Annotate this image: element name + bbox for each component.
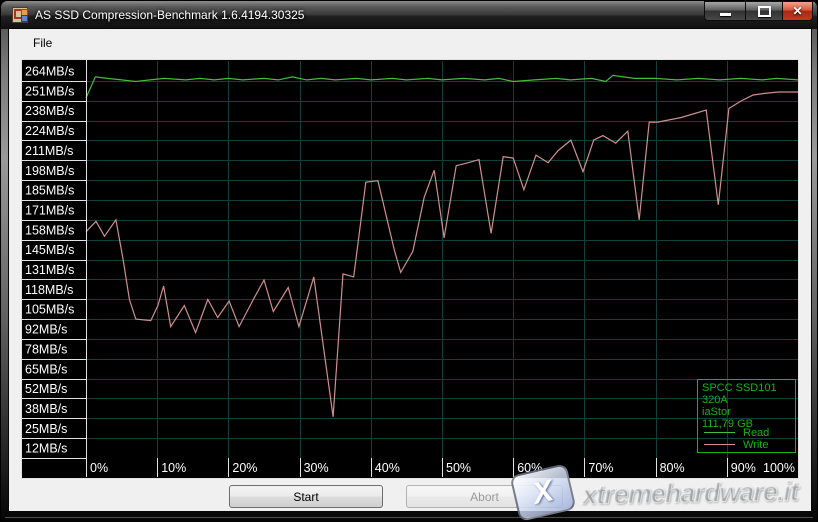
svg-text:224MB/s: 224MB/s — [25, 124, 74, 138]
svg-text:211MB/s: 211MB/s — [25, 144, 73, 158]
svg-text:198MB/s: 198MB/s — [25, 164, 74, 178]
svg-text:40%: 40% — [375, 461, 400, 475]
svg-text:320A: 320A — [702, 394, 728, 406]
menu-item-file[interactable]: File — [21, 29, 64, 56]
svg-text:0%: 0% — [90, 461, 108, 475]
svg-text:Write: Write — [743, 439, 768, 451]
app-icon[interactable] — [12, 7, 28, 23]
menu-bar: File — [9, 29, 811, 59]
minimize-icon — [720, 13, 731, 16]
maximize-icon — [758, 6, 771, 17]
compression-chart-svg: 264MB/s 251MB/s 238MB/s 224MB/s 211MB/s 198MB… — [21, 59, 799, 479]
start-button[interactable]: Start — [229, 485, 383, 508]
svg-text:50%: 50% — [446, 461, 471, 475]
svg-text:65MB/s: 65MB/s — [25, 362, 67, 376]
svg-text:171MB/s: 171MB/s — [25, 203, 74, 217]
svg-text:10%: 10% — [161, 461, 186, 475]
minimize-button[interactable] — [704, 1, 745, 21]
svg-text:251MB/s: 251MB/s — [25, 84, 74, 98]
abort-button[interactable]: Abort — [406, 485, 563, 508]
svg-text:20%: 20% — [232, 461, 257, 475]
svg-text:12MB/s: 12MB/s — [25, 442, 67, 456]
svg-text:90%: 90% — [731, 461, 756, 475]
svg-text:70%: 70% — [588, 461, 613, 475]
close-icon: ✕ — [792, 5, 802, 17]
window-controls: ✕ — [704, 1, 813, 22]
svg-text:105MB/s: 105MB/s — [25, 303, 74, 317]
svg-text:Read: Read — [743, 427, 769, 439]
svg-text:SPCC SSD101: SPCC SSD101 — [702, 382, 777, 394]
app-window: AS SSD Compression-Benchmark 1.6.4194.30… — [0, 0, 818, 522]
svg-text:25MB/s: 25MB/s — [25, 422, 67, 436]
svg-text:100%: 100% — [763, 461, 795, 475]
svg-text:30%: 30% — [304, 461, 329, 475]
svg-text:158MB/s: 158MB/s — [25, 223, 74, 237]
close-button[interactable]: ✕ — [782, 1, 813, 21]
svg-text:145MB/s: 145MB/s — [25, 243, 74, 257]
svg-text:185MB/s: 185MB/s — [25, 184, 74, 198]
client-area: File 264MB/s 251MB/s 238MB/s 224MB/s 211MB/s… — [9, 29, 811, 511]
svg-text:264MB/s: 264MB/s — [25, 65, 74, 79]
app-icon-blue-square — [21, 15, 28, 22]
maximize-button[interactable] — [745, 1, 782, 21]
svg-text:38MB/s: 38MB/s — [25, 402, 67, 416]
bottom-frame-highlight — [5, 517, 813, 518]
svg-text:52MB/s: 52MB/s — [25, 382, 67, 396]
svg-text:80%: 80% — [660, 461, 685, 475]
svg-text:238MB/s: 238MB/s — [25, 104, 74, 118]
svg-text:131MB/s: 131MB/s — [25, 263, 74, 277]
svg-text:78MB/s: 78MB/s — [25, 342, 67, 356]
title-bar[interactable]: AS SSD Compression-Benchmark 1.6.4194.30… — [1, 1, 817, 29]
svg-text:iaStor: iaStor — [702, 406, 731, 418]
chart-panel: 264MB/s 251MB/s 238MB/s 224MB/s 211MB/s 198MB… — [21, 59, 799, 479]
window-title: AS SSD Compression-Benchmark 1.6.4194.30… — [35, 8, 304, 22]
svg-text:60%: 60% — [517, 461, 542, 475]
svg-text:118MB/s: 118MB/s — [25, 283, 73, 297]
svg-text:92MB/s: 92MB/s — [25, 323, 67, 337]
